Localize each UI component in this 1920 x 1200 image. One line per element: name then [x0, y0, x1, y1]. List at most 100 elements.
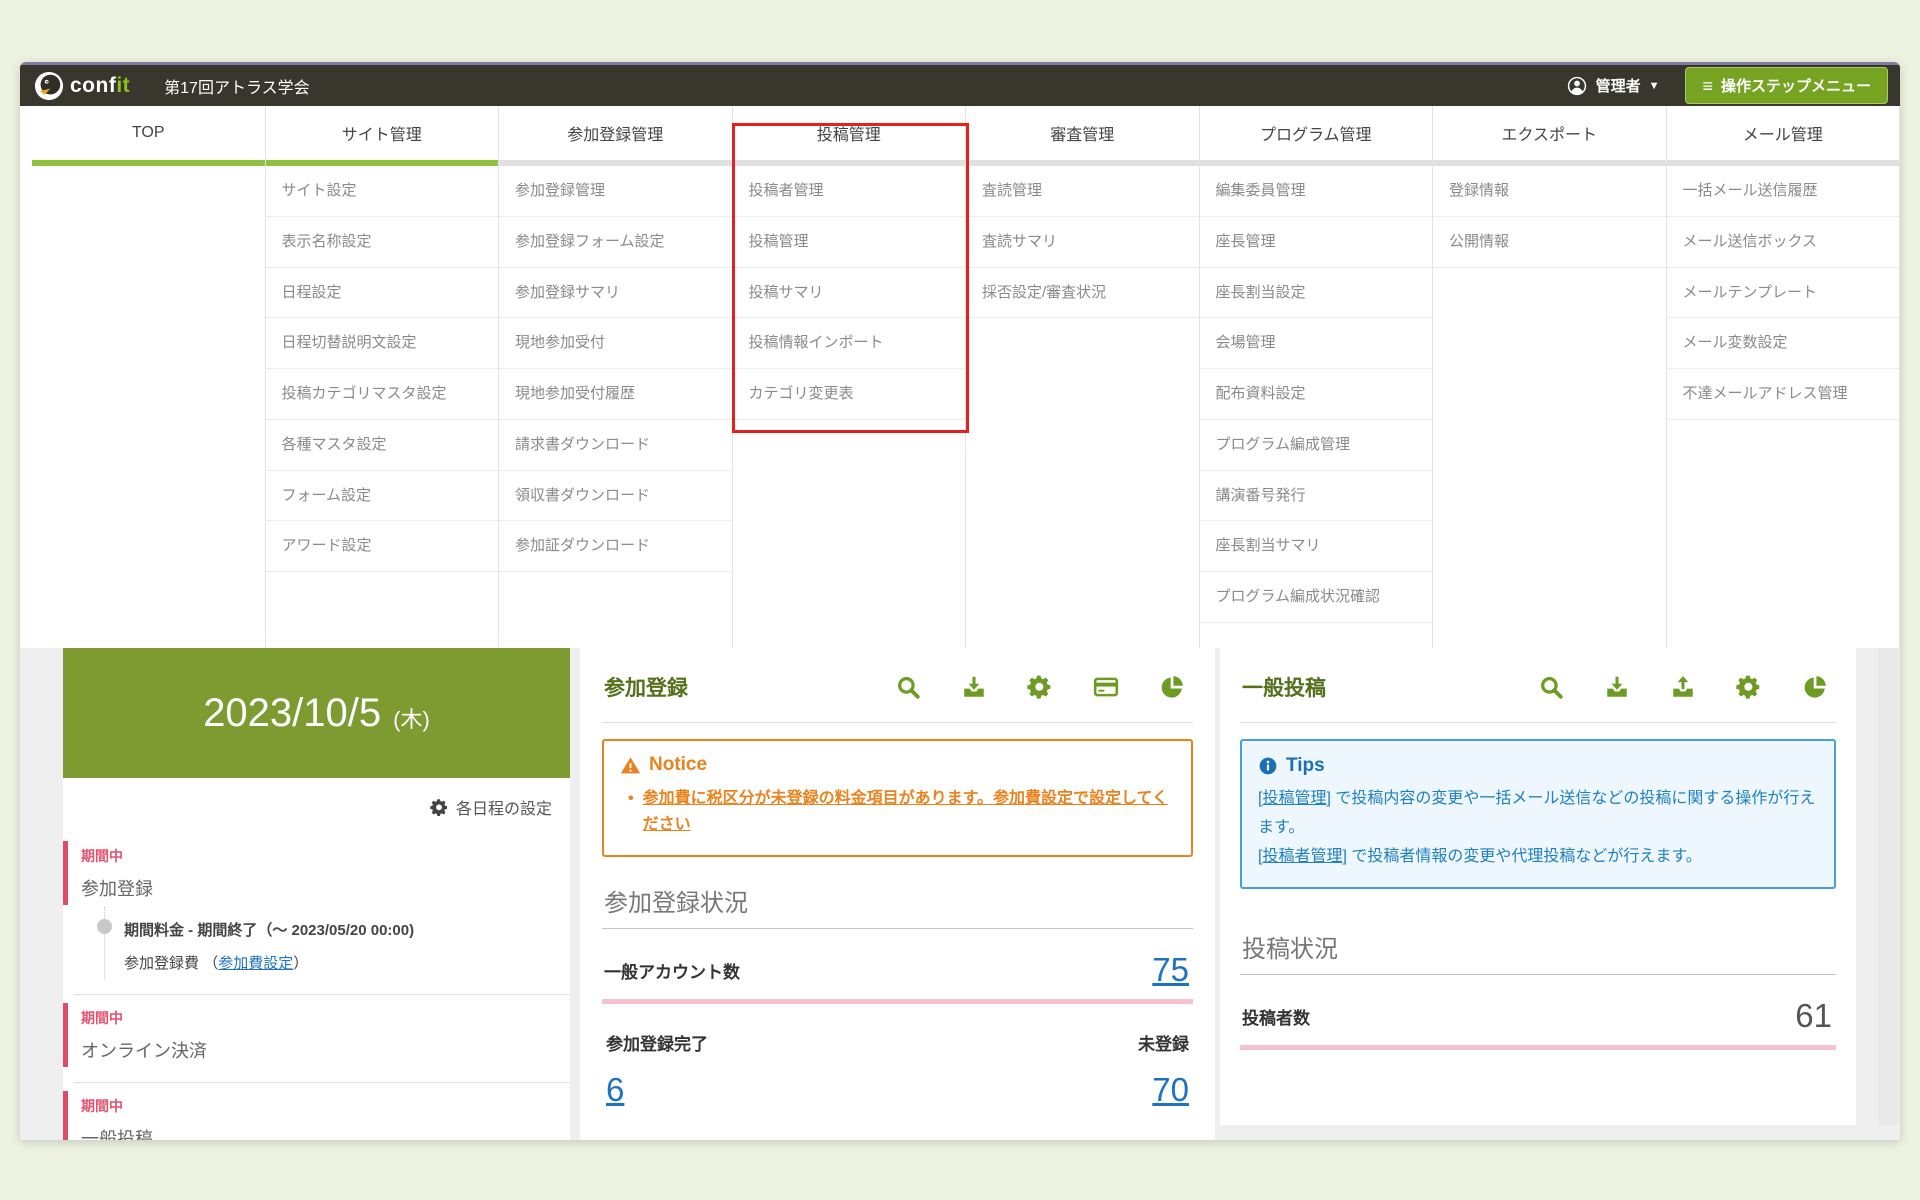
- menu-item[interactable]: プログラム編成管理: [1200, 420, 1433, 471]
- menu-item[interactable]: 請求書ダウンロード: [499, 420, 732, 471]
- menu-items-registration: 参加登録管理参加登録フォーム設定参加登録サマリ現地参加受付現地参加受付履歴請求書…: [499, 166, 732, 648]
- menu-item[interactable]: 座長割当設定: [1200, 268, 1433, 319]
- menu-item[interactable]: 投稿者管理: [733, 166, 966, 217]
- current-weekday: (木): [393, 692, 430, 734]
- menu-item[interactable]: アワード設定: [266, 521, 499, 572]
- menu-item[interactable]: 査読管理: [966, 166, 1199, 217]
- menu-item[interactable]: プログラム編成状況確認: [1200, 572, 1433, 623]
- user-menu[interactable]: 管理者 ▼: [1566, 75, 1660, 97]
- menu-items-program: 編集委員管理座長管理座長割当設定会場管理配布資料設定プログラム編成管理講演番号発…: [1200, 166, 1433, 648]
- notice-title: Notice: [620, 754, 1173, 776]
- app-window: confit 第17回アトラス学会 管理者 ▼ ≡ 操作ステップメニュー TOP: [20, 62, 1900, 1140]
- menu-item[interactable]: メール変数設定: [1667, 318, 1900, 369]
- search-icon[interactable]: [1538, 674, 1564, 700]
- appbar-right: 管理者 ▼ ≡ 操作ステップメニュー: [1566, 67, 1888, 104]
- gear-icon[interactable]: [1736, 674, 1762, 700]
- gear-icon[interactable]: [1027, 674, 1053, 700]
- confit-logo[interactable]: confit: [34, 71, 130, 101]
- current-date: 2023/10/5: [203, 691, 381, 736]
- menu-item[interactable]: メール送信ボックス: [1667, 217, 1900, 268]
- menu-item[interactable]: 参加登録サマリ: [499, 268, 732, 319]
- account-count-value[interactable]: 75: [1152, 951, 1189, 989]
- menu-tab-mail[interactable]: メール管理: [1667, 106, 1900, 160]
- step-menu-button[interactable]: ≡ 操作ステップメニュー: [1685, 67, 1888, 104]
- menu-item[interactable]: 日程切替説明文設定: [266, 318, 499, 369]
- submission-admin-link[interactable]: 投稿管理: [1262, 790, 1326, 807]
- user-label: 管理者: [1596, 75, 1641, 96]
- panel-action-icons: [1538, 674, 1828, 700]
- menu-item[interactable]: 登録情報: [1433, 166, 1666, 217]
- menu-item[interactable]: 投稿サマリ: [733, 268, 966, 319]
- unregistered-value[interactable]: 70: [1152, 1071, 1189, 1109]
- menu-item[interactable]: 採否設定/審査状況: [966, 268, 1199, 319]
- menu-item[interactable]: 各種マスタ設定: [266, 420, 499, 471]
- download-icon[interactable]: [961, 674, 987, 700]
- menu-items-export: 登録情報公開情報: [1433, 166, 1666, 648]
- menu-item[interactable]: 日程設定: [266, 268, 499, 319]
- menu-item[interactable]: 投稿情報インポート: [733, 318, 966, 369]
- menu-tab-review[interactable]: 審査管理: [966, 106, 1199, 160]
- menu-item[interactable]: 参加登録フォーム設定: [499, 217, 732, 268]
- unregistered-cell: 未登録 70: [1138, 1030, 1189, 1109]
- menu-tab-site[interactable]: サイト管理: [266, 106, 499, 160]
- credit-card-icon[interactable]: [1093, 674, 1119, 700]
- tips-text: [投稿管理] で投稿内容の変更や一括メール送信などの投稿に関する操作が行えます。…: [1258, 785, 1818, 871]
- menu-item[interactable]: 不達メールアドレス管理: [1667, 369, 1900, 420]
- menu-tab-submission[interactable]: 投稿管理: [733, 106, 966, 160]
- menu-item[interactable]: 査読サマリ: [966, 217, 1199, 268]
- pie-chart-icon[interactable]: [1802, 674, 1828, 700]
- divider: [75, 994, 570, 995]
- completed-value[interactable]: 6: [606, 1071, 708, 1109]
- menu-column-registration: 参加登録管理 参加登録管理参加登録フォーム設定参加登録サマリ現地参加受付現地参加…: [499, 106, 733, 648]
- dashboard: 2023/10/5 (木) 各日程の設定 期間中 参加登録 期間料金 - 期間終…: [20, 648, 1900, 1140]
- menu-item[interactable]: 編集委員管理: [1200, 166, 1433, 217]
- panel-title: 一般投稿: [1242, 672, 1326, 702]
- fee-settings-link[interactable]: 参加費設定: [218, 955, 293, 972]
- period-status-badge: 期間中: [81, 846, 570, 866]
- menu-item[interactable]: 一括メール送信履歴: [1667, 166, 1900, 217]
- pie-chart-icon[interactable]: [1159, 674, 1185, 700]
- menu-item[interactable]: 現地参加受付: [499, 318, 732, 369]
- period-status-badge: 期間中: [81, 1008, 570, 1028]
- download-icon[interactable]: [1604, 674, 1630, 700]
- menu-item[interactable]: 公開情報: [1433, 217, 1666, 268]
- menu-item[interactable]: サイト設定: [266, 166, 499, 217]
- menu-item[interactable]: 座長管理: [1200, 217, 1433, 268]
- menu-item[interactable]: 配布資料設定: [1200, 369, 1433, 420]
- menu-tab-top[interactable]: TOP: [32, 106, 265, 160]
- schedule-settings-link[interactable]: 各日程の設定: [63, 778, 570, 833]
- author-admin-link[interactable]: 投稿者管理: [1262, 848, 1342, 865]
- menu-item[interactable]: 投稿カテゴリマスタ設定: [266, 369, 499, 420]
- menu-item[interactable]: フォーム設定: [266, 471, 499, 522]
- registration-status-heading: 参加登録状況: [602, 883, 1193, 929]
- author-count-value: 61: [1795, 997, 1832, 1035]
- menu-item[interactable]: 座長割当サマリ: [1200, 521, 1433, 572]
- menu-tab-export[interactable]: エクスポート: [1433, 106, 1666, 160]
- notice-box: Notice • 参加費に税区分が未登録の料金項目があります。参加費設定で設定し…: [602, 739, 1193, 857]
- menu-items-review: 査読管理査読サマリ採否設定/審査状況: [966, 166, 1199, 648]
- menu-item[interactable]: 領収書ダウンロード: [499, 471, 732, 522]
- gear-icon: [430, 798, 449, 817]
- menu-item[interactable]: カテゴリ変更表: [733, 369, 966, 420]
- stat-label: 参加登録完了: [606, 1030, 708, 1061]
- menu-item[interactable]: 現地参加受付履歴: [499, 369, 732, 420]
- menu-tab-registration[interactable]: 参加登録管理: [499, 106, 732, 160]
- menu-item[interactable]: 投稿管理: [733, 217, 966, 268]
- scrollbar[interactable]: [1878, 648, 1899, 1125]
- menu-item[interactable]: メールテンプレート: [1667, 268, 1900, 319]
- menu-tab-program[interactable]: プログラム管理: [1200, 106, 1433, 160]
- submission-panel: 一般投稿 Tips [投稿管理] で投稿内容の変更や一括メール送信などの投稿に関…: [1220, 648, 1856, 1125]
- warning-icon: [620, 755, 641, 776]
- menu-items-submission: 投稿者管理投稿管理投稿サマリ投稿情報インポートカテゴリ変更表: [733, 166, 966, 648]
- tips-box: Tips [投稿管理] で投稿内容の変更や一括メール送信などの投稿に関する操作が…: [1240, 739, 1836, 889]
- menu-item[interactable]: 参加登録管理: [499, 166, 732, 217]
- menu-column-submission: 投稿管理 投稿者管理投稿管理投稿サマリ投稿情報インポートカテゴリ変更表: [733, 106, 967, 648]
- menu-item[interactable]: 表示名称設定: [266, 217, 499, 268]
- upload-icon[interactable]: [1670, 674, 1696, 700]
- menu-item[interactable]: 参加証ダウンロード: [499, 521, 732, 572]
- notice-link[interactable]: 参加費に税区分が未登録の料金項目があります。参加費設定で設定してください: [643, 786, 1173, 839]
- search-icon[interactable]: [895, 674, 921, 700]
- stat-label: 投稿者数: [1242, 1004, 1310, 1035]
- menu-item[interactable]: 講演番号発行: [1200, 471, 1433, 522]
- menu-item[interactable]: 会場管理: [1200, 318, 1433, 369]
